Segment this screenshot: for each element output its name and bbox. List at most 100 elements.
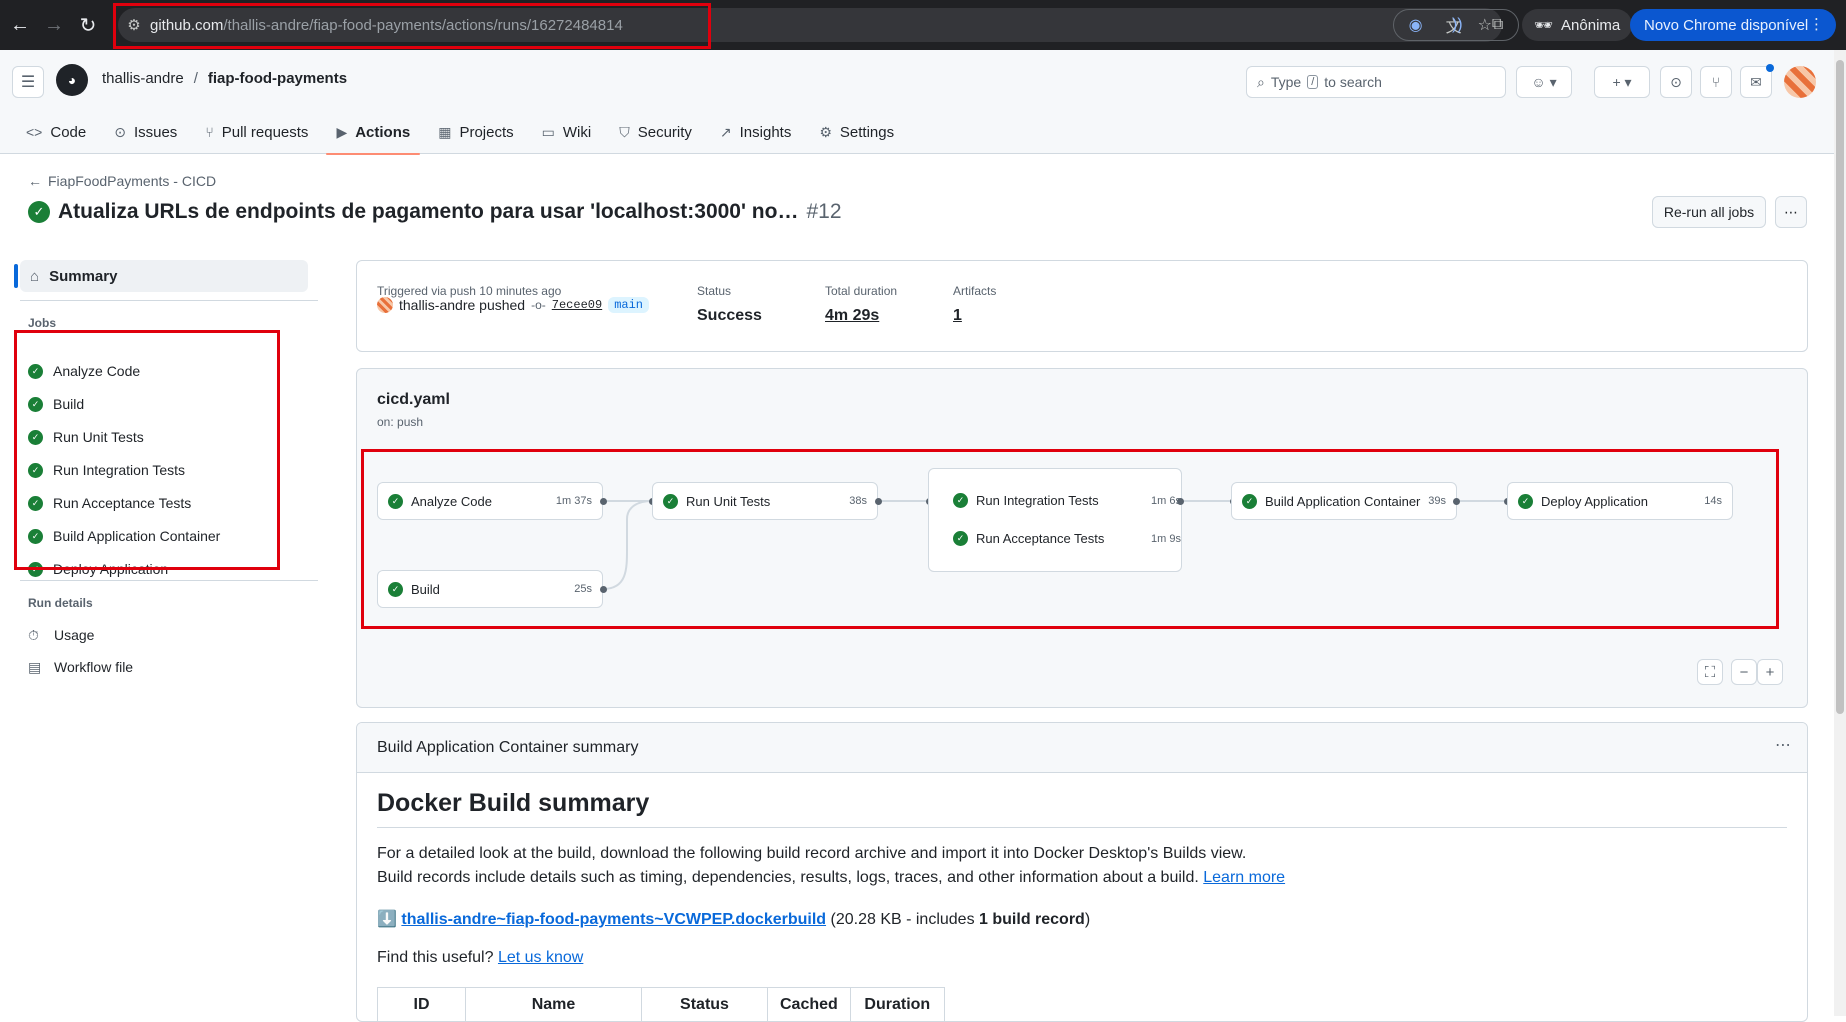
kebab-menu-icon[interactable]: ⋮ bbox=[1809, 15, 1824, 33]
forward-arrow-icon[interactable]: → bbox=[36, 7, 72, 43]
feedback-line: Find this useful? Let us know bbox=[377, 949, 583, 967]
sidebar-item-usage[interactable]: ⏱ Usage bbox=[28, 620, 94, 650]
record-meta-end: ) bbox=[1085, 911, 1090, 928]
repo-nav-tabs: <>Code ⊙Issues ⑂ Pull requests ▶Actions ▦… bbox=[16, 116, 904, 154]
stopwatch-icon: ⏱ bbox=[28, 627, 44, 644]
tab-label: Code bbox=[50, 124, 86, 141]
incognito-chip[interactable]: 🕶 Anônima bbox=[1522, 9, 1632, 41]
hamburger-menu-icon[interactable]: ☰ bbox=[12, 66, 44, 98]
tab-security[interactable]: ⛉Security bbox=[609, 116, 702, 148]
feedback-link[interactable]: Let us know bbox=[498, 949, 583, 966]
fullscreen-icon[interactable]: ⛶ bbox=[1697, 659, 1723, 685]
breadcrumb-separator: / bbox=[194, 70, 198, 87]
summary-paragraph-text: Build records include details such as ti… bbox=[377, 869, 1199, 886]
puzzle-icon[interactable]: ⧉ bbox=[1492, 16, 1503, 34]
summary-header: Build Application Container summary ⋯ bbox=[357, 723, 1807, 773]
build-record-line: ⬇️ thallis-andre~fiap-food-payments~VCWP… bbox=[377, 909, 1090, 929]
tab-label: Actions bbox=[355, 124, 410, 141]
owner-link[interactable]: thallis-andre bbox=[102, 70, 184, 87]
divider bbox=[20, 300, 318, 301]
tab-wiki[interactable]: ▭Wiki bbox=[532, 116, 602, 148]
tab-projects[interactable]: ▦ Projects bbox=[428, 116, 523, 148]
search-placeholder-prefix: Type bbox=[1271, 74, 1301, 90]
tab-label: Pull requests bbox=[222, 124, 309, 141]
column-header: ID bbox=[378, 988, 466, 1022]
tab-actions[interactable]: ▶Actions bbox=[326, 116, 420, 148]
summary-header-title: Build Application Container summary bbox=[377, 739, 638, 757]
reload-icon[interactable]: ↻ bbox=[70, 7, 106, 43]
arrow-left-icon: ← bbox=[28, 173, 42, 189]
back-arrow-icon[interactable]: ← bbox=[2, 7, 38, 43]
actor-avatar[interactable] bbox=[377, 297, 393, 313]
graph-icon: ↗ bbox=[720, 124, 732, 141]
docker-summary-title: Docker Build summary bbox=[377, 789, 649, 818]
success-check-icon: ✓ bbox=[28, 201, 50, 223]
extension-wave-icon[interactable]: )) bbox=[1452, 16, 1463, 34]
column-header: Name bbox=[466, 988, 642, 1022]
job-summary-card: Build Application Container summary ⋯ Do… bbox=[356, 722, 1808, 1022]
jobs-heading: Jobs bbox=[28, 316, 56, 330]
duration-value-link[interactable]: 4m 29s bbox=[825, 307, 879, 325]
create-new-button[interactable]: + ▾ bbox=[1594, 66, 1650, 98]
run-details-heading: Run details bbox=[28, 596, 93, 610]
rerun-all-jobs-button[interactable]: Re-run all jobs bbox=[1652, 196, 1766, 228]
extension-icon[interactable]: ◉ bbox=[1409, 15, 1423, 35]
tab-pull-requests[interactable]: ⑂ Pull requests bbox=[195, 116, 318, 148]
feedback-text: Find this useful? bbox=[377, 949, 494, 966]
page-scrollbar[interactable] bbox=[1834, 50, 1846, 1016]
status-value: Success bbox=[697, 307, 762, 325]
tab-label: Settings bbox=[840, 124, 894, 141]
tab-insights[interactable]: ↗Insights bbox=[710, 116, 801, 148]
pull-request-icon: ⑂ bbox=[205, 124, 213, 140]
tab-issues[interactable]: ⊙Issues bbox=[104, 116, 187, 148]
avatar[interactable] bbox=[1784, 66, 1816, 98]
build-record-link[interactable]: thallis-andre~fiap-food-payments~VCWPEP.… bbox=[401, 911, 826, 928]
duration-label: Total duration bbox=[825, 284, 897, 298]
rerun-label: Re-run all jobs bbox=[1664, 204, 1754, 220]
kebab-horizontal-icon[interactable]: ⋯ bbox=[1775, 735, 1791, 755]
pull-requests-button[interactable]: ⑂ bbox=[1700, 66, 1732, 98]
sidebar-item-workflow-file[interactable]: ▤Workflow file bbox=[28, 652, 133, 682]
record-meta: (20.28 KB - includes bbox=[831, 911, 975, 928]
plus-icon: + ▾ bbox=[1612, 74, 1631, 91]
table-icon: ▦ bbox=[438, 124, 451, 141]
copilot-button[interactable]: ☺ ▾ bbox=[1516, 66, 1572, 98]
tab-code[interactable]: <>Code bbox=[16, 116, 96, 148]
branch-badge[interactable]: main bbox=[608, 297, 649, 313]
run-number: #12 bbox=[806, 200, 841, 224]
sidebar-item-summary[interactable]: ⌂ Summary bbox=[20, 260, 308, 292]
issues-button[interactable]: ⊙ bbox=[1660, 66, 1692, 98]
status-label: Status bbox=[697, 284, 731, 298]
search-shortcut-key: / bbox=[1307, 75, 1318, 89]
issue-circle-icon: ⊙ bbox=[1670, 74, 1682, 91]
sidebar-item-label: Workflow file bbox=[54, 659, 133, 675]
copilot-icon: ☺ ▾ bbox=[1531, 74, 1556, 91]
incognito-icon: 🕶 bbox=[1534, 16, 1553, 34]
github-logo-icon[interactable]: ◕ bbox=[56, 64, 88, 96]
download-icon: ⬇️ bbox=[377, 911, 397, 928]
update-label: Novo Chrome disponível bbox=[1644, 17, 1808, 34]
run-title-text: Atualiza URLs de endpoints de pagamento … bbox=[58, 200, 798, 224]
tab-settings[interactable]: ⚙Settings bbox=[809, 116, 904, 148]
back-to-workflow-link[interactable]: ← FiapFoodPayments - CICD bbox=[28, 173, 216, 189]
learn-more-link[interactable]: Learn more bbox=[1203, 869, 1285, 886]
summary-paragraph: For a detailed look at the build, downlo… bbox=[377, 845, 1246, 863]
search-input[interactable]: ⌕ Type / to search bbox=[1246, 66, 1506, 98]
workflow-name: FiapFoodPayments - CICD bbox=[48, 173, 216, 189]
sidebar-item-label: Usage bbox=[54, 627, 94, 643]
repo-link[interactable]: fiap-food-payments bbox=[208, 70, 347, 87]
commit-sha-link[interactable]: 7ecee09 bbox=[552, 298, 602, 312]
artifacts-count-link[interactable]: 1 bbox=[953, 307, 962, 325]
home-icon: ⌂ bbox=[30, 268, 39, 285]
more-options-button[interactable]: ⋯ bbox=[1775, 196, 1807, 228]
actor-text[interactable]: thallis-andre pushed bbox=[399, 297, 525, 313]
update-chrome-button[interactable]: Novo Chrome disponível ⋮ bbox=[1630, 9, 1836, 41]
summary-paragraph-2: Build records include details such as ti… bbox=[377, 869, 1285, 887]
zoom-out-icon[interactable]: − bbox=[1731, 659, 1757, 685]
zoom-in-icon[interactable]: + bbox=[1757, 659, 1783, 685]
tab-label: Projects bbox=[459, 124, 513, 141]
record-count: 1 build record bbox=[979, 911, 1085, 928]
run-summary-card: Triggered via push 10 minutes ago thalli… bbox=[356, 260, 1808, 352]
issue-icon: ⊙ bbox=[114, 124, 126, 141]
scroll-thumb[interactable] bbox=[1836, 60, 1844, 714]
